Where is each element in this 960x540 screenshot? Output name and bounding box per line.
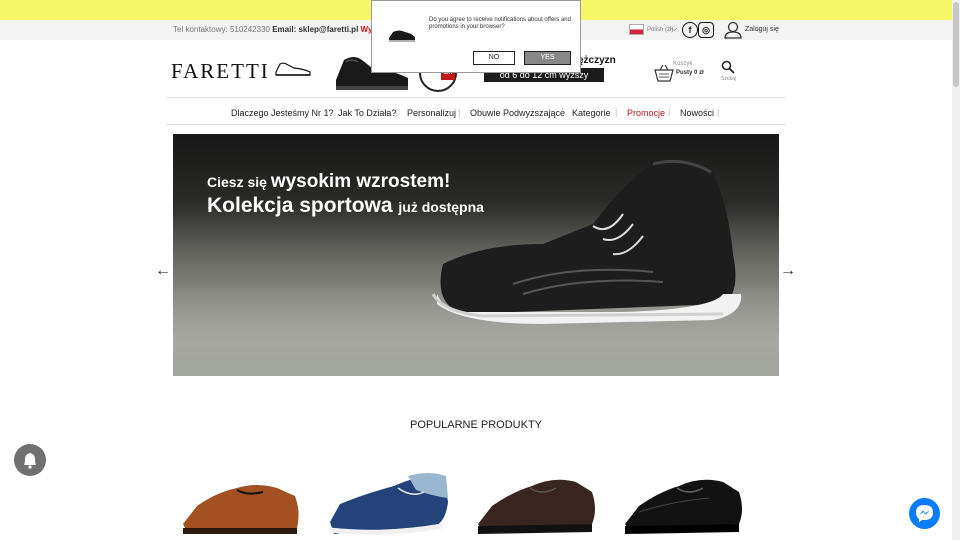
- nav-item-categories[interactable]: Kategorie: [572, 108, 611, 118]
- phone-number[interactable]: 510242330: [230, 25, 270, 34]
- hero-subheadline-part: Kolekcja sportowa: [207, 194, 399, 217]
- nav-item-why-number-one[interactable]: Dlaczego Jesteśmy Nr 1?: [231, 108, 334, 118]
- site-logo[interactable]: FARETTI: [171, 59, 270, 84]
- nav-item-elevator-shoes[interactable]: Obuwie Podwyższające: [470, 108, 565, 118]
- product-card[interactable]: [324, 462, 454, 540]
- search-icon[interactable]: [721, 60, 735, 74]
- nav-item-how-it-works[interactable]: Jak To Działa?: [338, 108, 396, 118]
- messenger-icon: [916, 505, 933, 523]
- logo-shoe-icon: [275, 62, 311, 76]
- email-link[interactable]: sklep@faretti.pl: [298, 25, 358, 34]
- nav-separator: |: [395, 107, 398, 117]
- hero-sneaker-image: [431, 159, 742, 324]
- nav-separator: |: [717, 107, 720, 117]
- arrow-left-icon[interactable]: ←: [155, 262, 171, 280]
- nav-item-new-arrivals[interactable]: Nowości: [680, 108, 714, 118]
- cart-label[interactable]: Koszyk: [673, 61, 692, 67]
- yes-button[interactable]: YES: [524, 51, 571, 65]
- main-nav: Dlaczego Jesteśmy Nr 1? | Jak To Działa?…: [166, 97, 786, 125]
- poland-flag-icon[interactable]: [629, 24, 644, 35]
- search-label[interactable]: Szukaj: [721, 76, 736, 82]
- nav-separator: |: [458, 107, 461, 117]
- arrow-right-icon[interactable]: →: [780, 262, 796, 280]
- product-card[interactable]: [619, 462, 749, 540]
- header-tagline: ężczyzn: [578, 55, 616, 66]
- dialog-shoe-image: [389, 30, 415, 42]
- product-card[interactable]: [472, 462, 602, 540]
- no-button[interactable]: NO: [473, 51, 515, 65]
- cart-icon[interactable]: [653, 63, 675, 83]
- cart-value[interactable]: Pusty 0 zł: [676, 70, 704, 76]
- nav-separator: |: [668, 107, 671, 117]
- language-selector[interactable]: Polish (zł): [647, 27, 673, 33]
- instagram-icon[interactable]: ◎: [698, 22, 714, 38]
- hero-headline: Ciesz się wysokim wzrostem!: [207, 171, 450, 193]
- notification-permission-dialog: Do you agree to receive notifications ab…: [371, 0, 581, 73]
- hero-slider[interactable]: Ciesz się wysokim wzrostem! Kolekcja spo…: [173, 134, 779, 376]
- nav-item-promotions[interactable]: Promocje: [627, 108, 665, 118]
- facebook-icon[interactable]: f: [682, 22, 698, 38]
- nav-separator: |: [561, 107, 564, 117]
- nav-separator: |: [615, 107, 618, 117]
- hero-headline-part: Ciesz się: [207, 174, 271, 190]
- phone-label: Tel kontaktowy:: [173, 25, 228, 34]
- page: Tel kontaktowy: 510242330 Email: sklep@f…: [0, 0, 960, 540]
- scrollbar-thumb[interactable]: [953, 2, 959, 87]
- chevron-down-icon[interactable]: ⌵: [671, 24, 677, 34]
- email-label: Email:: [272, 25, 297, 34]
- bell-icon: [24, 453, 36, 469]
- messenger-chat-button[interactable]: [909, 498, 940, 529]
- product-card[interactable]: [177, 462, 307, 540]
- section-title: POPULARNE PRODUKTY: [409, 419, 543, 431]
- dialog-message: Do you agree to receive notifications ab…: [429, 17, 571, 30]
- nav-item-personalize[interactable]: Personalizuj: [407, 108, 456, 118]
- notification-bell-button[interactable]: [14, 444, 46, 476]
- login-link[interactable]: Zaloguj się: [745, 26, 779, 33]
- nav-separator: |: [326, 107, 329, 117]
- user-icon[interactable]: [723, 21, 743, 39]
